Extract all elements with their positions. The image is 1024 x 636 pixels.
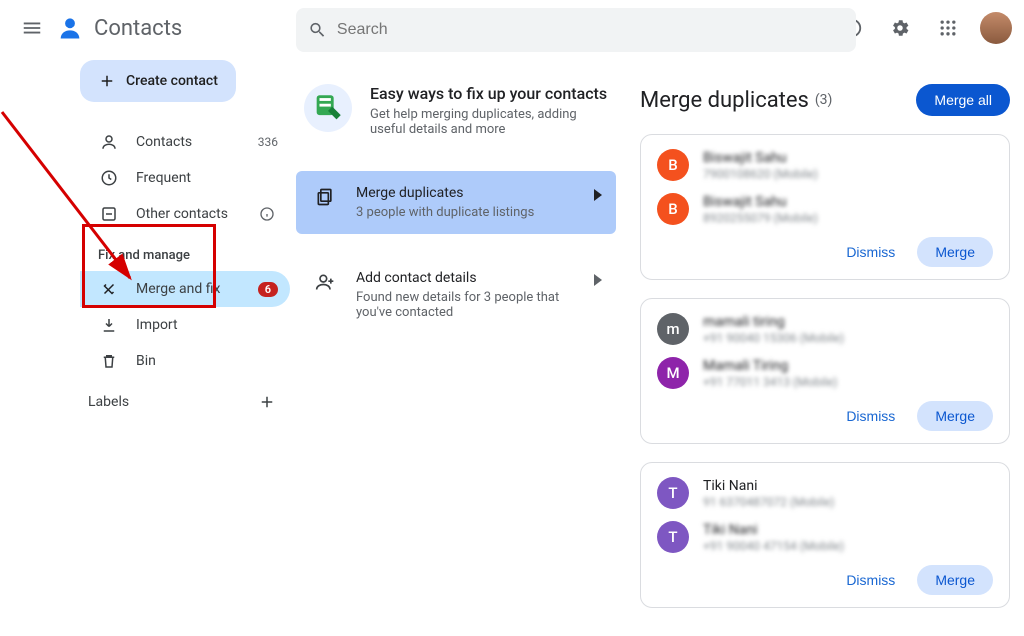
sidebar-item-bin[interactable]: Bin xyxy=(80,343,290,379)
history-icon xyxy=(98,169,120,187)
apps-icon[interactable] xyxy=(928,8,968,48)
settings-icon[interactable] xyxy=(880,8,920,48)
duplicate-card: m mamali tiring+91 90040 15306 (Mobile) … xyxy=(640,298,1010,444)
chevron-right-icon xyxy=(594,274,602,286)
chevron-right-icon xyxy=(594,189,602,201)
fix-panel-header: Easy ways to fix up your contacts Get he… xyxy=(296,62,616,147)
action-merge-duplicates[interactable]: Merge duplicates 3 people with duplicate… xyxy=(296,171,616,234)
avatar: M xyxy=(657,357,689,389)
fix-panel-sub: Get help merging duplicates, adding usef… xyxy=(370,107,590,137)
create-contact-label: Create contact xyxy=(126,73,218,89)
account-avatar[interactable] xyxy=(980,12,1012,44)
download-icon xyxy=(98,316,120,334)
avatar: m xyxy=(657,313,689,345)
avatar: B xyxy=(657,193,689,225)
merge-all-button[interactable]: Merge all xyxy=(916,84,1010,116)
app-title: Contacts xyxy=(94,16,182,41)
plus-icon xyxy=(98,72,116,90)
merge-button[interactable]: Merge xyxy=(917,401,993,431)
app-logo: Contacts xyxy=(56,14,182,42)
person-icon xyxy=(98,133,120,151)
fix-illustration xyxy=(304,84,352,132)
dismiss-button[interactable]: Dismiss xyxy=(834,237,907,267)
search-icon xyxy=(308,20,327,40)
sidebar-item-import[interactable]: Import xyxy=(80,307,290,343)
avatar: B xyxy=(657,149,689,181)
info-icon[interactable] xyxy=(256,206,278,222)
fix-panel-title: Easy ways to fix up your contacts xyxy=(370,84,607,103)
search-bar[interactable] xyxy=(296,8,856,52)
sidebar-item-frequent[interactable]: Frequent xyxy=(80,160,290,196)
sidebar-labels-header[interactable]: Labels xyxy=(80,393,290,411)
dismiss-button[interactable]: Dismiss xyxy=(834,565,907,595)
search-input[interactable] xyxy=(337,21,844,39)
hamburger-menu[interactable] xyxy=(8,4,56,52)
avatar: T xyxy=(657,521,689,553)
action-add-contact-details[interactable]: Add contact details Found new details fo… xyxy=(296,256,616,334)
person-add-icon xyxy=(314,270,336,292)
duplicates-count: (3) xyxy=(815,92,833,108)
merge-button[interactable]: Merge xyxy=(917,565,993,595)
annotation-box xyxy=(82,224,216,308)
duplicates-title: Merge duplicates xyxy=(640,88,809,113)
duplicate-card: T Tiki Nani91 6370487072 (Mobile) T Tiki… xyxy=(640,462,1010,608)
avatar: T xyxy=(657,477,689,509)
create-contact-button[interactable]: Create contact xyxy=(80,60,236,102)
archive-icon xyxy=(98,205,120,223)
merge-button[interactable]: Merge xyxy=(917,237,993,267)
dismiss-button[interactable]: Dismiss xyxy=(834,401,907,431)
sidebar-item-contacts[interactable]: Contacts 336 xyxy=(80,124,290,160)
duplicate-card: B Biswajit Sahu7900108620 (Mobile) B Bis… xyxy=(640,134,1010,280)
trash-icon xyxy=(98,352,120,370)
copy-icon xyxy=(314,185,336,207)
plus-icon[interactable] xyxy=(258,393,276,411)
merge-fix-badge: 6 xyxy=(258,282,278,297)
